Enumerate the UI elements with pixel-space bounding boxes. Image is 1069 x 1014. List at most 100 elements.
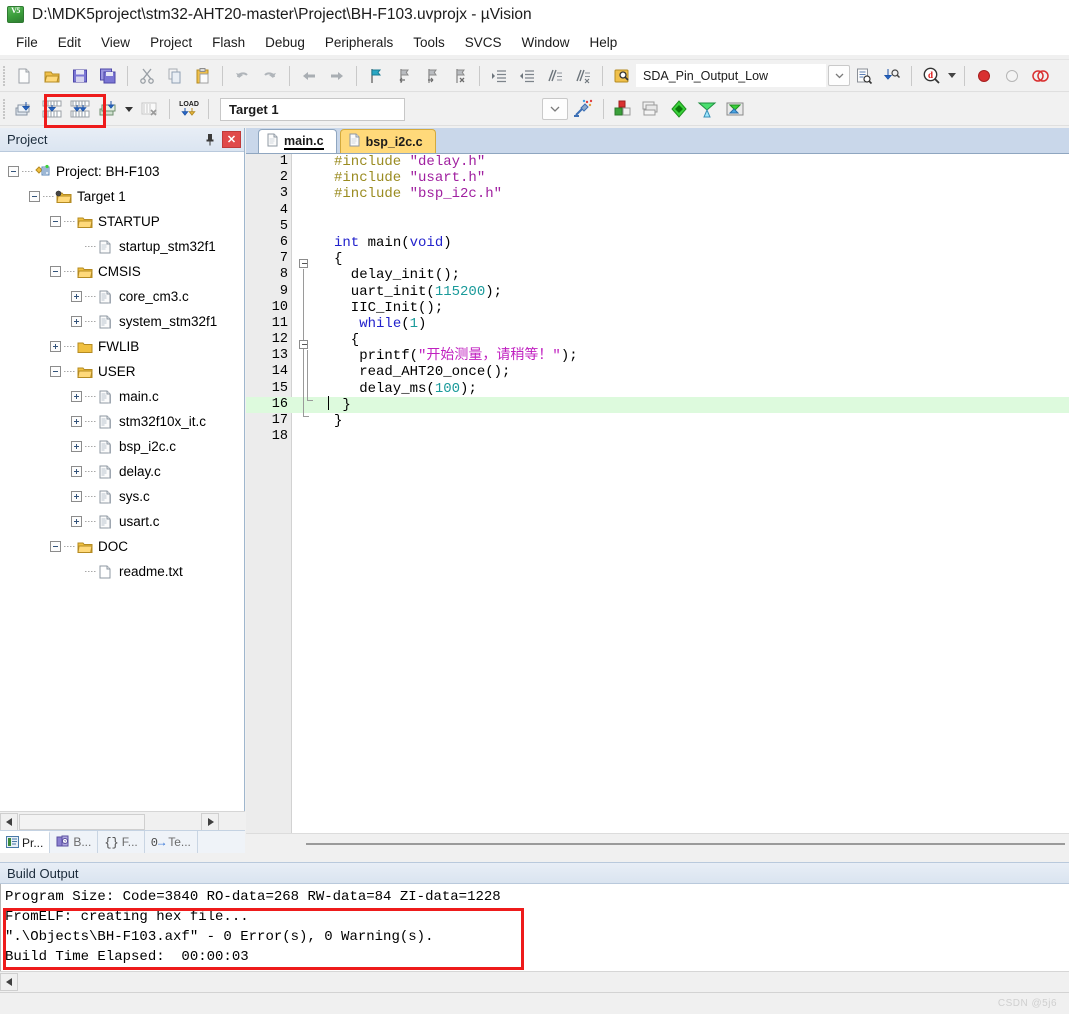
tree-expander-minus[interactable] xyxy=(50,366,61,377)
configuration-icon[interactable] xyxy=(665,96,693,122)
code-line[interactable]: 4 xyxy=(246,203,1069,219)
code-line[interactable]: 18 xyxy=(246,429,1069,445)
menu-item-flash[interactable]: Flash xyxy=(202,32,255,53)
panel-tab-project[interactable]: Pr... xyxy=(0,831,51,853)
menu-item-peripherals[interactable]: Peripherals xyxy=(315,32,403,53)
batch-build-icon[interactable] xyxy=(94,96,122,122)
comment-icon[interactable] xyxy=(541,63,569,89)
fold-marker-line7[interactable] xyxy=(299,259,308,268)
debug-icon[interactable]: d xyxy=(917,63,945,89)
target-combobox[interactable]: Target 1 xyxy=(220,97,405,121)
cut-icon[interactable] xyxy=(133,63,161,89)
stop-build-icon[interactable] xyxy=(136,96,164,122)
tree-item-project-bh-f103[interactable]: Project: BH-F103 xyxy=(0,159,244,184)
code-line[interactable]: 3 #include "bsp_i2c.h" xyxy=(246,186,1069,202)
editor-hscroll-thumb[interactable] xyxy=(306,842,1065,845)
editor-tab-main-c[interactable]: main.c xyxy=(258,129,337,153)
manage-components-icon[interactable] xyxy=(721,96,749,122)
navigate-back-icon[interactable] xyxy=(295,63,323,89)
code-line[interactable]: 17} xyxy=(246,413,1069,429)
editor-hscrollbar[interactable] xyxy=(246,833,1069,853)
code-line[interactable]: 14 read_AHT20_once(); xyxy=(246,364,1069,380)
code-line[interactable]: 8 delay_init(); xyxy=(246,267,1069,283)
fold-marker-line12[interactable] xyxy=(299,340,308,349)
editor-tab-bsp-i2c-c[interactable]: bsp_i2c.c xyxy=(339,129,436,153)
tree-item-system-stm32f1[interactable]: system_stm32f1 xyxy=(0,309,244,334)
indent-icon[interactable] xyxy=(485,63,513,89)
menu-item-file[interactable]: File xyxy=(6,32,48,53)
incremental-find-icon[interactable] xyxy=(878,63,906,89)
record-icon[interactable] xyxy=(970,63,998,89)
tree-expander-minus[interactable] xyxy=(50,541,61,552)
bookmark-clear-icon[interactable] xyxy=(446,63,474,89)
pin-icon[interactable] xyxy=(201,131,219,149)
tree-expander-plus[interactable] xyxy=(50,341,61,352)
code-lines[interactable]: 1 #include "delay.h" 2 #include "usart.h" 3 #… xyxy=(246,154,1069,833)
editor-hscroll-track[interactable] xyxy=(246,835,1069,853)
menu-item-project[interactable]: Project xyxy=(140,32,202,53)
panel-tab-books[interactable]: ? B... xyxy=(50,831,99,853)
code-line[interactable]: 15 delay_ms(100); xyxy=(246,381,1069,397)
tree-item-sys-c[interactable]: sys.c xyxy=(0,484,244,509)
bookmark-prev-icon[interactable] xyxy=(390,63,418,89)
code-line[interactable]: 9 uart_init(115200); xyxy=(246,284,1069,300)
tree-item-main-c[interactable]: main.c xyxy=(0,384,244,409)
menu-item-window[interactable]: Window xyxy=(511,32,579,53)
menu-item-view[interactable]: View xyxy=(91,32,140,53)
save-icon[interactable] xyxy=(66,63,94,89)
build-output-body[interactable]: Program Size: Code=3840 RO-data=268 RW-d… xyxy=(0,884,1069,971)
tree-item-target-1[interactable]: Target 1 xyxy=(0,184,244,209)
code-line[interactable]: 11 while(1) xyxy=(246,316,1069,332)
navigate-forward-icon[interactable] xyxy=(323,63,351,89)
download-icon[interactable]: LOAD xyxy=(175,96,203,122)
project-panel-hscrollbar[interactable] xyxy=(0,811,245,831)
copy-icon[interactable] xyxy=(161,63,189,89)
tree-item-doc[interactable]: DOC xyxy=(0,534,244,559)
menu-item-edit[interactable]: Edit xyxy=(48,32,91,53)
tree-item-startup-stm32f1[interactable]: startup_stm32f1 xyxy=(0,234,244,259)
rebuild-icon[interactable] xyxy=(66,96,94,122)
scroll-right-arrow[interactable] xyxy=(201,812,219,831)
tree-expander-plus[interactable] xyxy=(71,316,82,327)
multi-project-icon[interactable] xyxy=(637,96,665,122)
tree-expander-minus[interactable] xyxy=(50,216,61,227)
menu-item-svcs[interactable]: SVCS xyxy=(455,32,512,53)
menu-item-help[interactable]: Help xyxy=(580,32,628,53)
stop-icon[interactable] xyxy=(998,63,1026,89)
code-line[interactable]: 13 printf("开始测量，请稍等！"); xyxy=(246,348,1069,364)
menu-item-tools[interactable]: Tools xyxy=(403,32,455,53)
tree-expander-plus[interactable] xyxy=(71,516,82,527)
find-next-icon[interactable] xyxy=(850,63,878,89)
undo-icon[interactable] xyxy=(228,63,256,89)
code-line[interactable]: 16 } xyxy=(246,396,1069,413)
find-combobox[interactable]: SDA_Pin_Output_Low xyxy=(636,64,826,87)
pack-installer-icon[interactable] xyxy=(693,96,721,122)
tree-item-fwlib[interactable]: FWLIB xyxy=(0,334,244,359)
tree-expander-plus[interactable] xyxy=(71,441,82,452)
panel-tab-templates[interactable]: 0→ Te... xyxy=(145,831,198,853)
translate-icon[interactable] xyxy=(10,96,38,122)
batch-build-dropdown-arrow[interactable] xyxy=(122,96,136,122)
tree-expander-minus[interactable] xyxy=(8,166,19,177)
tree-item-usart-c[interactable]: usart.c xyxy=(0,509,244,534)
outdent-icon[interactable] xyxy=(513,63,541,89)
tree-expander-minus[interactable] xyxy=(50,266,61,277)
close-icon[interactable]: ✕ xyxy=(222,131,241,148)
code-line[interactable]: 6 int main(void) xyxy=(246,235,1069,251)
uncomment-icon[interactable] xyxy=(569,63,597,89)
analysis-icon[interactable] xyxy=(1026,63,1054,89)
menu-item-debug[interactable]: Debug xyxy=(255,32,315,53)
find-in-files-icon[interactable] xyxy=(608,63,636,89)
target-dropdown-arrow[interactable] xyxy=(542,98,568,120)
build-scroll-left-arrow[interactable] xyxy=(0,973,18,991)
tree-expander-plus[interactable] xyxy=(71,416,82,427)
code-line[interactable]: 2 #include "usart.h" xyxy=(246,170,1069,186)
build-output-hscrollbar[interactable] xyxy=(0,971,1069,992)
tree-item-stm32f10x-it-c[interactable]: stm32f10x_it.c xyxy=(0,409,244,434)
manage-runtime-icon[interactable] xyxy=(609,96,637,122)
tree-expander-plus[interactable] xyxy=(71,391,82,402)
tree-expander-plus[interactable] xyxy=(71,466,82,477)
code-line[interactable]: 5 xyxy=(246,219,1069,235)
target-options-icon[interactable] xyxy=(568,96,598,122)
scroll-thumb[interactable] xyxy=(19,813,145,830)
